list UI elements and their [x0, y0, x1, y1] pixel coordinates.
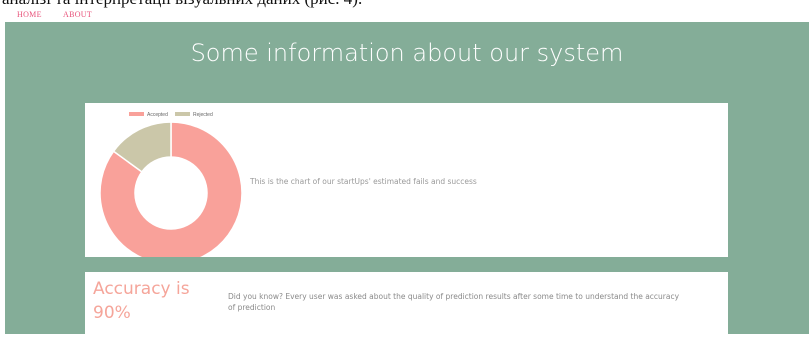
- accuracy-card: Accuracy is 90% Did you know? Every user…: [85, 272, 728, 342]
- top-nav: HOME ABOUT: [0, 8, 809, 22]
- accuracy-text: Did you know? Every user was asked about…: [228, 292, 680, 312]
- top-cut-text: аналізі та інтерпретації візуальних дани…: [2, 0, 362, 8]
- main-content: Some information about our system Accept…: [5, 22, 809, 342]
- legend-swatch-rejected[interactable]: [175, 112, 190, 116]
- legend-label-accepted: Accepted: [147, 112, 168, 118]
- nav-home-link[interactable]: HOME: [17, 10, 42, 19]
- doughnut-chart: Accepted Rejected: [99, 112, 243, 257]
- legend-swatch-accepted[interactable]: [129, 112, 144, 116]
- chart-description: This is the chart of our startUps' estim…: [250, 177, 477, 186]
- page-title: Some information about our system: [190, 39, 624, 67]
- accuracy-title: Accuracy is 90%: [93, 279, 190, 323]
- chart-card: Accepted Rejected This is the chart of ou…: [85, 103, 728, 257]
- top-cut-text-strip: аналізі та інтерпретації візуальних дани…: [0, 0, 809, 8]
- legend-label-rejected: Rejected: [193, 112, 213, 118]
- nav-about-link[interactable]: ABOUT: [63, 10, 92, 19]
